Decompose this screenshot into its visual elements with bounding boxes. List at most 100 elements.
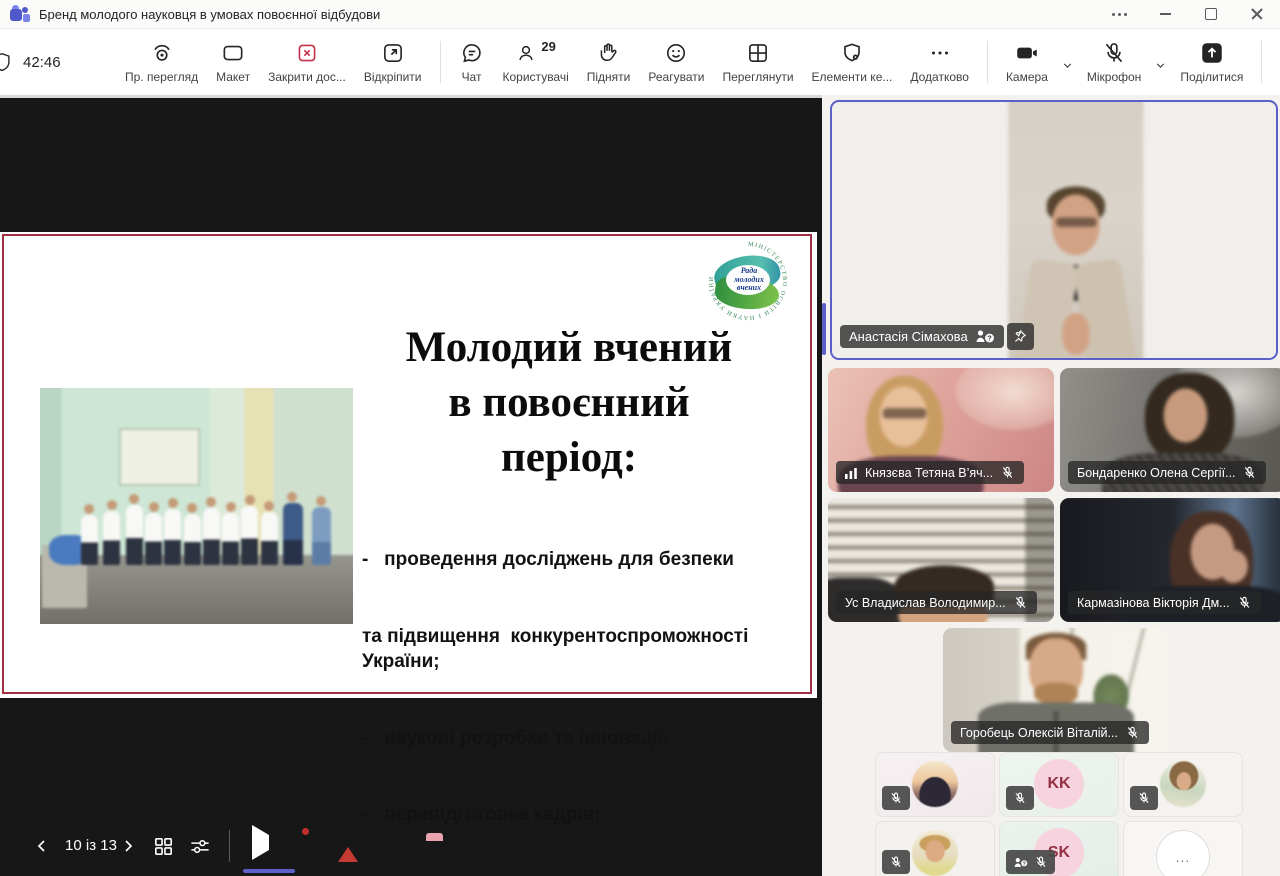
participant-name-pill: Ус Владислав Володимир... bbox=[836, 591, 1037, 614]
mic-off-icon bbox=[889, 855, 903, 869]
share-button[interactable]: Поділитися bbox=[1171, 33, 1252, 91]
avatar-tile-1[interactable] bbox=[875, 752, 995, 817]
toolbar-divider bbox=[987, 41, 988, 83]
participants-button[interactable]: 29 Користувачі bbox=[494, 33, 578, 91]
next-slide-button[interactable] bbox=[120, 837, 136, 855]
mic-off-badge bbox=[882, 850, 910, 874]
scrollbar-thumb[interactable] bbox=[822, 303, 826, 355]
avatar-tile-3[interactable] bbox=[875, 821, 995, 876]
video-tile-horobets[interactable]: Горобець Олексій Віталій... bbox=[943, 628, 1169, 752]
toolbar-divider bbox=[440, 41, 441, 83]
overflow-tile[interactable]: ... bbox=[1123, 821, 1243, 876]
participant-name-pill: Князєва Тетяна В’яч... bbox=[836, 461, 1024, 484]
meeting-controls-button[interactable]: Елементи ке... bbox=[803, 33, 902, 91]
avatar-tile-kk[interactable]: KK bbox=[999, 752, 1119, 817]
camera-icon bbox=[1013, 40, 1041, 66]
view-button[interactable]: Переглянути bbox=[713, 33, 802, 91]
smiley-icon bbox=[663, 40, 689, 66]
highlighter-icon bbox=[380, 832, 384, 847]
leave-button[interactable]: Вийти bbox=[1271, 33, 1280, 91]
slide-settings-button[interactable] bbox=[188, 835, 212, 858]
previous-slide-button[interactable] bbox=[34, 837, 50, 855]
mic-off-icon bbox=[1237, 595, 1252, 610]
person-icon bbox=[515, 40, 539, 66]
avatar-initials: KK bbox=[1034, 759, 1084, 809]
pen-tool[interactable] bbox=[338, 832, 358, 847]
people-icon: ? bbox=[1013, 856, 1029, 869]
toolbar-divider bbox=[1261, 41, 1262, 83]
video-tile-bondarenko[interactable]: Бондаренко Олена Сергії... bbox=[1060, 368, 1280, 492]
mic-off-badge bbox=[1006, 786, 1034, 810]
active-tool-indicator bbox=[243, 869, 295, 873]
unpin-button[interactable]: Відкріпити bbox=[355, 33, 431, 91]
unpin-tile-button[interactable] bbox=[1007, 323, 1034, 350]
ministry-logo: МІНІСТЕРСТВО ОСВІТИ І НАУКИ УКРАЇНИ Рада… bbox=[705, 238, 791, 324]
mic-off-icon bbox=[889, 791, 903, 805]
react-button[interactable]: Реагувати bbox=[639, 33, 713, 91]
pointer-tool-button[interactable] bbox=[252, 835, 269, 850]
shield-gear-icon bbox=[839, 40, 865, 66]
mic-button[interactable]: Мікрофон bbox=[1078, 33, 1150, 91]
presenter-preview-button[interactable]: Пр. перегляд bbox=[116, 33, 207, 91]
participant-count: 29 bbox=[541, 40, 555, 54]
camera-button[interactable]: Камера bbox=[997, 33, 1057, 91]
mic-off-icon bbox=[1101, 40, 1127, 66]
avatar-tile-2[interactable] bbox=[1123, 752, 1243, 817]
participant-name-pill: Горобець Олексій Віталій... bbox=[951, 721, 1149, 744]
stop-sharing-button[interactable]: Закрити дос... bbox=[259, 33, 355, 91]
mic-off-icon bbox=[1000, 465, 1015, 480]
svg-text:?: ? bbox=[1023, 861, 1026, 867]
attendee-type-icon: ? bbox=[975, 329, 995, 344]
chat-button[interactable]: Чат bbox=[450, 33, 494, 91]
presentation-stage: МІНІСТЕРСТВО ОСВІТИ І НАУКИ УКРАЇНИ Рада… bbox=[0, 95, 822, 876]
slide-page-indicator: 10 із 13 bbox=[52, 837, 130, 854]
svg-text:?: ? bbox=[987, 334, 992, 343]
avatar bbox=[912, 761, 958, 807]
stage-top-border bbox=[0, 95, 822, 98]
participant-name-pill: Кармазінова Вікторія Дм... bbox=[1068, 591, 1261, 614]
video-tile-karmazinova[interactable]: Кармазінова Вікторія Дм... bbox=[1060, 498, 1280, 622]
video-tile-pinned-speaker[interactable]: Анастасія Сімахова ? bbox=[830, 100, 1278, 360]
mic-off-icon bbox=[1242, 465, 1257, 480]
attendee-mic-off-badge: ? bbox=[1006, 850, 1055, 874]
popout-icon bbox=[380, 40, 406, 66]
title-bar: Бренд молодого науковця в умовах повоєнн… bbox=[0, 0, 1280, 29]
window-minimize-button[interactable] bbox=[1142, 0, 1188, 28]
ellipsis-icon bbox=[927, 40, 953, 66]
signal-bars-icon bbox=[845, 467, 858, 479]
cursor-icon bbox=[252, 825, 269, 860]
close-content-icon bbox=[294, 40, 320, 66]
mic-chevron[interactable] bbox=[1150, 59, 1171, 72]
camera-chevron[interactable] bbox=[1057, 59, 1078, 72]
chat-icon bbox=[459, 40, 485, 66]
window-maximize-button[interactable] bbox=[1188, 0, 1234, 28]
presentation-slide: МІНІСТЕРСТВО ОСВІТИ І НАУКИ УКРАЇНИ Рада… bbox=[0, 232, 817, 698]
mic-off-icon bbox=[1013, 595, 1028, 610]
teams-logo-icon bbox=[10, 5, 30, 23]
logo-center-text: Рада молодих вчених bbox=[727, 267, 771, 293]
shield-icon bbox=[0, 50, 13, 74]
teams-meeting-window: Бренд молодого науковця в умовах повоєнн… bbox=[0, 0, 1280, 876]
pen-icon bbox=[338, 832, 358, 847]
grid-view-button[interactable] bbox=[152, 835, 175, 858]
window-close-button[interactable] bbox=[1234, 0, 1280, 28]
more-actions-button[interactable]: Додатково bbox=[901, 33, 978, 91]
highlighter-tool[interactable] bbox=[380, 832, 384, 847]
window-more-button[interactable] bbox=[1096, 0, 1142, 28]
raise-hand-button[interactable]: Підняти bbox=[578, 33, 640, 91]
participant-name-pill: Анастасія Сімахова ? bbox=[840, 325, 1004, 348]
layout-icon bbox=[220, 40, 246, 66]
layout-button[interactable]: Макет bbox=[207, 33, 259, 91]
video-tile-us[interactable]: Ус Владислав Володимир... bbox=[828, 498, 1054, 622]
participant-name-pill: Бондаренко Олена Сергії... bbox=[1068, 461, 1266, 484]
hand-icon bbox=[596, 40, 622, 66]
video-tile-knyazeva[interactable]: Князєва Тетяна В’яч... bbox=[828, 368, 1054, 492]
meeting-timer: 42:46 bbox=[23, 54, 61, 71]
meeting-toolbar: 42:46 Пр. перегляд Макет Закрити дос... … bbox=[0, 29, 1280, 96]
avatar-tile-sk[interactable]: SK ? bbox=[999, 821, 1119, 876]
mic-off-icon bbox=[1013, 791, 1027, 805]
participants-panel: Анастасія Сімахова ? Князєва Тетя bbox=[822, 95, 1280, 876]
mic-off-icon bbox=[1125, 725, 1140, 740]
pin-icon bbox=[1013, 329, 1028, 344]
video-feed bbox=[830, 100, 1278, 360]
